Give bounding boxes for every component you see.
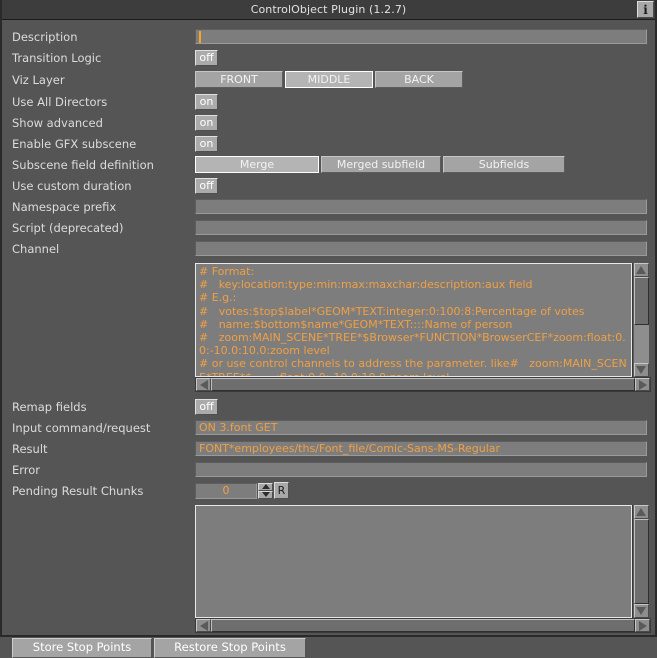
row-enable-gfx-subscene: Enable GFX subscene on bbox=[2, 133, 655, 154]
channel-textarea[interactable]: # Format: # key:location:type:min:max:ma… bbox=[195, 263, 632, 377]
subscene-option-subfields[interactable]: Subfields bbox=[443, 156, 565, 173]
window-title: ControlObject Plugin (1.2.7) bbox=[250, 3, 407, 16]
scroll-up-icon[interactable] bbox=[633, 505, 649, 519]
label-show-advanced: Show advanced bbox=[12, 115, 103, 130]
info-icon[interactable]: i bbox=[637, 1, 654, 18]
row-error: Error bbox=[2, 459, 655, 480]
scroll-right-icon[interactable] bbox=[635, 378, 650, 391]
row-use-all-directors: Use All Directors on bbox=[2, 91, 655, 112]
viz-layer-option-back[interactable]: BACK bbox=[375, 71, 463, 88]
channel-editor-row: # Format: # key:location:type:min:max:ma… bbox=[195, 263, 651, 377]
label-use-all-directors: Use All Directors bbox=[12, 94, 108, 109]
viz-layer-option-middle[interactable]: MIDDLE bbox=[285, 71, 373, 88]
row-use-custom-duration: Use custom duration off bbox=[2, 175, 655, 196]
row-pending-result-chunks: Pending Result Chunks 0 R bbox=[2, 480, 655, 501]
output-vscroll-track[interactable] bbox=[633, 519, 649, 604]
subscene-option-merged-subfield[interactable]: Merged subfield bbox=[321, 156, 441, 173]
label-use-custom-duration: Use custom duration bbox=[12, 178, 132, 193]
row-viz-layer: Viz Layer FRONT MIDDLE BACK bbox=[2, 68, 655, 91]
channel-hscroll-track[interactable] bbox=[211, 378, 635, 391]
output-textarea[interactable] bbox=[195, 505, 632, 618]
spinner-up-icon[interactable] bbox=[258, 482, 273, 491]
subscene-option-merge[interactable]: Merge bbox=[195, 156, 319, 173]
remap-fields-toggle[interactable]: off bbox=[195, 398, 218, 415]
enable-gfx-subscene-toggle[interactable]: on bbox=[195, 135, 218, 152]
error-input[interactable] bbox=[195, 462, 647, 477]
output-hscroll-thumb[interactable] bbox=[211, 619, 635, 632]
label-result: Result bbox=[12, 441, 48, 456]
label-description: Description bbox=[12, 29, 78, 44]
pending-result-chunks-value[interactable]: 0 bbox=[195, 482, 257, 499]
plugin-window: ControlObject Plugin (1.2.7) i Descripti… bbox=[0, 0, 657, 658]
scroll-down-icon[interactable] bbox=[633, 363, 649, 377]
channel-editor: # Format: # key:location:type:min:max:ma… bbox=[195, 263, 651, 392]
channel-vscroll-track[interactable] bbox=[633, 277, 649, 363]
row-description: Description bbox=[2, 26, 655, 47]
viz-layer-group: FRONT MIDDLE BACK bbox=[195, 71, 465, 88]
show-advanced-toggle[interactable]: on bbox=[195, 114, 218, 131]
label-error: Error bbox=[12, 462, 41, 477]
scroll-left-icon[interactable] bbox=[196, 619, 211, 632]
row-namespace-prefix: Namespace prefix bbox=[2, 196, 655, 217]
restore-stop-points-button[interactable]: Restore Stop Points bbox=[154, 638, 306, 658]
subscene-field-definition-group: Merge Merged subfield Subfields bbox=[195, 156, 567, 173]
bottom-button-bar: Store Stop Points Restore Stop Points bbox=[2, 638, 655, 658]
scroll-left-icon[interactable] bbox=[196, 378, 211, 391]
scroll-right-icon[interactable] bbox=[635, 619, 650, 632]
output-horizontal-scrollbar[interactable] bbox=[195, 618, 651, 633]
transition-logic-toggle[interactable]: off bbox=[195, 49, 218, 66]
text-caret bbox=[199, 30, 201, 43]
scroll-down-icon[interactable] bbox=[633, 604, 649, 618]
label-remap-fields: Remap fields bbox=[12, 399, 87, 414]
row-transition-logic: Transition Logic off bbox=[2, 47, 655, 68]
plugin-form: Description Transition Logic off Viz Lay… bbox=[2, 20, 655, 658]
row-show-advanced: Show advanced on bbox=[2, 112, 655, 133]
label-pending-result-chunks: Pending Result Chunks bbox=[12, 483, 144, 498]
label-enable-gfx-subscene: Enable GFX subscene bbox=[12, 136, 137, 151]
viz-layer-option-front[interactable]: FRONT bbox=[195, 71, 283, 88]
label-channel: Channel bbox=[12, 241, 60, 256]
label-input-command: Input command/request bbox=[12, 420, 151, 435]
description-input[interactable] bbox=[195, 29, 647, 44]
row-result: Result FONT*employees/ths/Font_file/Comi… bbox=[2, 438, 655, 459]
pending-result-chunks-spinner: 0 R bbox=[195, 482, 289, 499]
input-command-input[interactable]: ON 3.font GET bbox=[195, 420, 647, 435]
output-vscroll-thumb[interactable] bbox=[633, 519, 649, 604]
reset-chunks-button[interactable]: R bbox=[274, 482, 289, 499]
row-channel: Channel bbox=[2, 238, 655, 259]
result-input[interactable]: FONT*employees/ths/Font_file/Comic-Sans-… bbox=[195, 441, 647, 456]
channel-vertical-scrollbar[interactable] bbox=[632, 263, 649, 377]
script-deprecated-input[interactable] bbox=[195, 220, 647, 235]
label-namespace-prefix: Namespace prefix bbox=[12, 199, 117, 214]
use-custom-duration-toggle[interactable]: off bbox=[195, 177, 218, 194]
label-subscene-field-definition: Subscene field definition bbox=[12, 157, 154, 172]
spinner-buttons bbox=[258, 482, 273, 499]
row-remap-fields: Remap fields off bbox=[2, 396, 655, 417]
scroll-up-icon[interactable] bbox=[633, 263, 649, 277]
row-subscene-field-definition: Subscene field definition Merge Merged s… bbox=[2, 154, 655, 175]
namespace-prefix-input[interactable] bbox=[195, 199, 647, 214]
label-script-deprecated: Script (deprecated) bbox=[12, 220, 124, 235]
channel-horizontal-scrollbar[interactable] bbox=[195, 377, 651, 392]
use-all-directors-toggle[interactable]: on bbox=[195, 93, 218, 110]
label-transition-logic: Transition Logic bbox=[12, 50, 102, 65]
output-editor bbox=[195, 505, 651, 633]
spinner-down-icon[interactable] bbox=[258, 490, 273, 499]
title-bar: ControlObject Plugin (1.2.7) i bbox=[2, 0, 655, 20]
channel-vscroll-thumb[interactable] bbox=[633, 277, 649, 325]
channel-input[interactable] bbox=[195, 241, 647, 256]
channel-hscroll-thumb[interactable] bbox=[211, 378, 635, 391]
row-input-command: Input command/request ON 3.font GET bbox=[2, 417, 655, 438]
output-vertical-scrollbar[interactable] bbox=[632, 505, 649, 618]
output-hscroll-track[interactable] bbox=[211, 619, 635, 632]
row-script-deprecated: Script (deprecated) bbox=[2, 217, 655, 238]
output-editor-row bbox=[195, 505, 651, 618]
store-stop-points-button[interactable]: Store Stop Points bbox=[12, 638, 152, 658]
label-viz-layer: Viz Layer bbox=[12, 72, 65, 87]
